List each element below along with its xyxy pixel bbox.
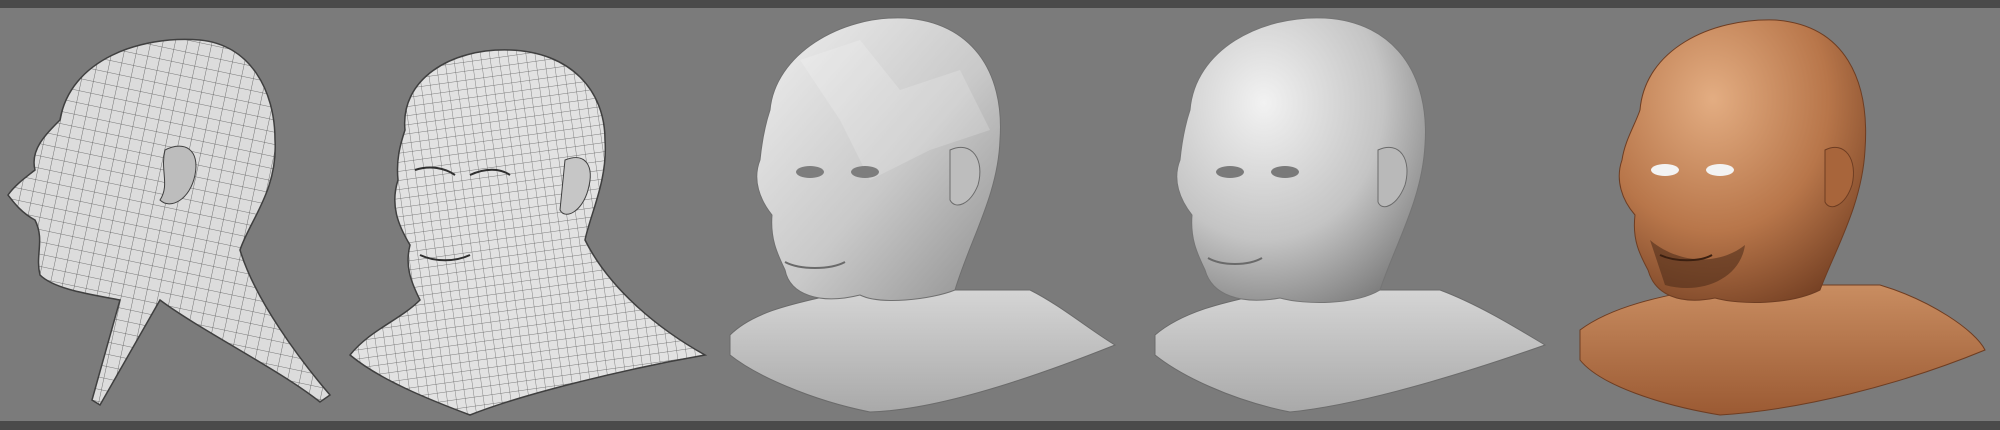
head-smooth-sculpt bbox=[1154, 17, 1547, 413]
head-faceted-grey bbox=[729, 17, 1117, 413]
head-wireframe-three-quarter bbox=[348, 49, 708, 416]
head-wireframe-profile bbox=[7, 38, 332, 407]
head-modeling-stages-image bbox=[0, 0, 2000, 430]
head-textured-skin bbox=[1579, 19, 1986, 416]
heads-illustration bbox=[7, 17, 1986, 416]
